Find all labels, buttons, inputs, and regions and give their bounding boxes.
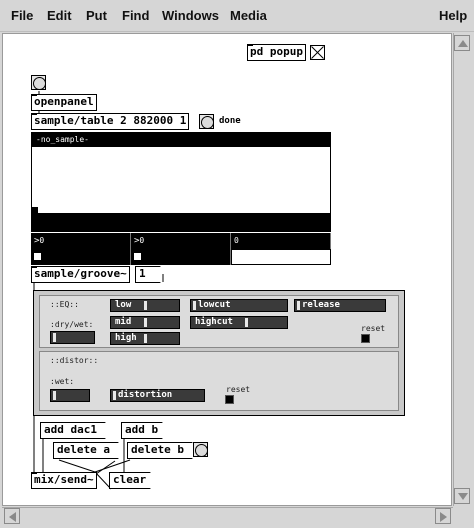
menu-windows[interactable]: Windows <box>162 8 219 23</box>
distortion-reset-bang[interactable] <box>225 395 234 404</box>
sample-table-object[interactable]: sample/table 2 882000 1 <box>31 113 190 130</box>
number-box-2[interactable]: >0 <box>131 233 231 249</box>
mix-send-object[interactable]: mix/send~ <box>31 472 97 489</box>
delete-b-bang[interactable] <box>193 442 208 457</box>
menu-media[interactable]: Media <box>230 8 267 23</box>
distor-title: ::distor:: <box>50 356 99 365</box>
mini-toggle-2[interactable] <box>131 249 231 265</box>
number-box-3[interactable]: 0 <box>231 233 331 249</box>
low-slider[interactable]: low <box>110 299 180 312</box>
eq-reset-label: reset <box>361 324 386 333</box>
graph-footer <box>32 213 330 231</box>
drywet-slider[interactable] <box>50 331 95 344</box>
lowcut-slider[interactable]: lowcut <box>190 299 288 312</box>
highcut-slider[interactable]: highcut <box>190 316 288 329</box>
arrow-up-icon <box>458 40 468 47</box>
menu-file[interactable]: File <box>11 8 33 23</box>
drywet-label: :dry/wet: <box>50 320 94 329</box>
add-dac1-message[interactable]: add dac1 <box>40 422 106 439</box>
eq-reset-bang[interactable] <box>361 334 370 343</box>
distortion-slider[interactable]: distortion <box>110 389 205 402</box>
horizontal-scrollbar[interactable] <box>2 507 453 525</box>
openpanel-object[interactable]: openpanel <box>31 94 97 111</box>
number-box-1[interactable]: >0 <box>31 233 131 249</box>
menu-edit[interactable]: Edit <box>47 8 72 23</box>
mini-empty-3[interactable] <box>231 249 331 265</box>
done-bang[interactable] <box>199 114 214 129</box>
scroll-left-button[interactable] <box>4 508 20 524</box>
mid-slider[interactable]: mid <box>110 316 180 329</box>
connection-deletea-mix <box>58 459 96 473</box>
distortion-section: ::distor:: :wet: distortion reset <box>39 351 399 411</box>
mini-toggle-1[interactable] <box>31 249 131 265</box>
clear-message[interactable]: clear <box>109 472 151 489</box>
wet-label: :wet: <box>50 377 75 386</box>
arrow-down-icon <box>458 493 468 500</box>
menu-find[interactable]: Find <box>122 8 149 23</box>
scroll-down-button[interactable] <box>454 488 470 504</box>
high-slider[interactable]: high <box>110 332 180 345</box>
pd-popup-object[interactable]: pd popup <box>247 44 306 61</box>
sample-groove-object[interactable]: sample/groove~ <box>31 266 130 283</box>
connection-mix-clear <box>94 471 112 490</box>
openpanel-bang[interactable] <box>31 75 46 90</box>
eq-section: ::EQ:: :dry/wet: low lowcut release mid … <box>39 295 399 348</box>
wet-slider[interactable] <box>50 389 90 402</box>
add-b-message[interactable]: add b <box>121 422 163 439</box>
effects-panel: ::EQ:: :dry/wet: low lowcut release mid … <box>33 290 405 416</box>
scroll-right-button[interactable] <box>435 508 451 524</box>
menu-bar: File Edit Put Find Windows Media Help <box>0 0 474 32</box>
arrow-left-icon <box>9 512 16 522</box>
sample-array-graph[interactable]: -no_sample- <box>31 132 331 232</box>
connection-deleteb-mix <box>94 459 131 473</box>
graph-title: -no_sample- <box>32 133 330 147</box>
eq-title: ::EQ:: <box>50 300 79 309</box>
release-slider[interactable]: release <box>294 299 386 312</box>
toggle-box[interactable] <box>310 45 325 60</box>
vertical-scrollbar[interactable] <box>453 33 471 506</box>
scroll-up-button[interactable] <box>454 35 470 51</box>
done-label: done <box>219 116 241 126</box>
menu-put[interactable]: Put <box>86 8 107 23</box>
menu-help[interactable]: Help <box>439 8 467 23</box>
delete-b-message[interactable]: delete b <box>127 442 193 459</box>
arrow-right-icon <box>440 512 447 522</box>
delete-a-message[interactable]: delete a <box>53 442 119 459</box>
patch-canvas[interactable]: pd popup openpanel sample/table 2 882000… <box>2 33 452 506</box>
distortion-reset-label: reset <box>226 385 251 394</box>
